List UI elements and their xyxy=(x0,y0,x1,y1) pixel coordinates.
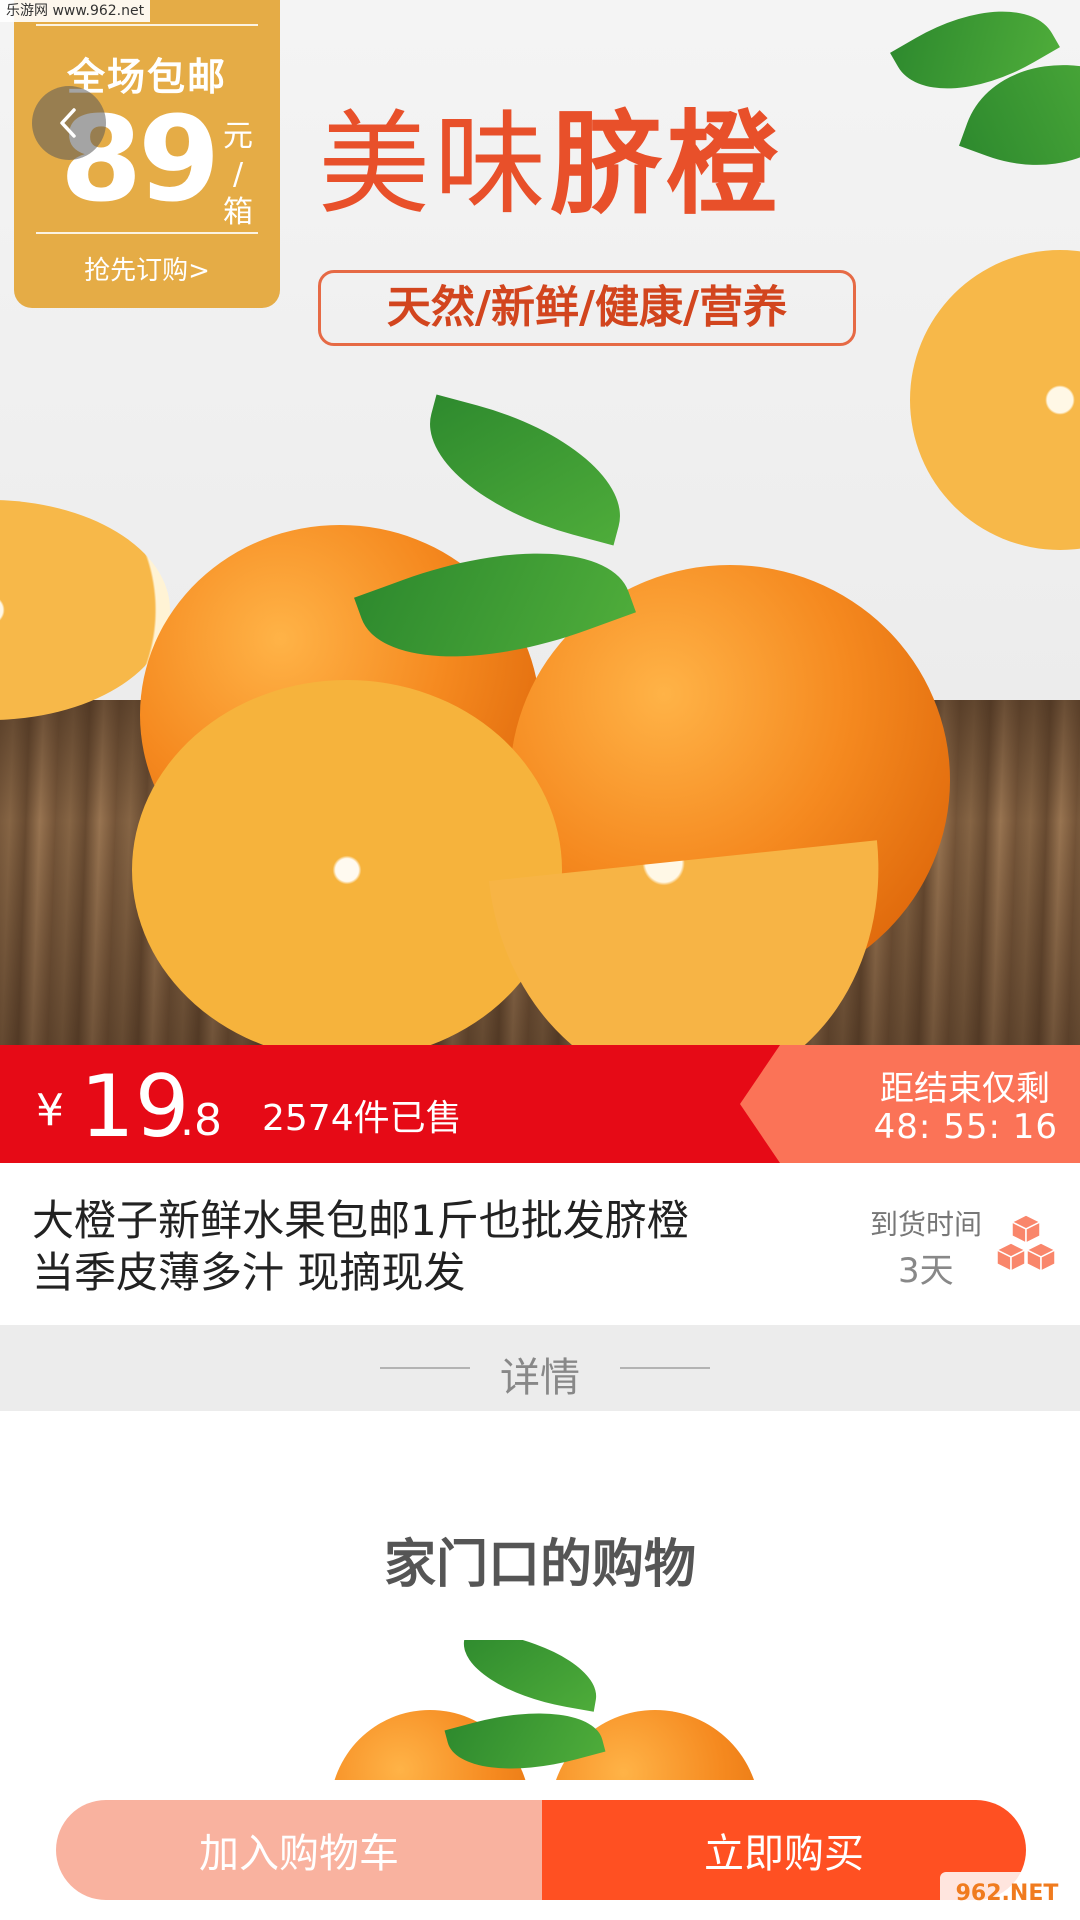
leaf-decoration xyxy=(455,1640,605,1712)
back-arrow-icon xyxy=(60,108,76,138)
package-icon xyxy=(996,1214,1056,1273)
delivery-time-label: 到货时间 xyxy=(870,1208,983,1241)
countdown-panel: 距结束仅剩 48: 55: 16 xyxy=(740,1045,1080,1163)
hero-title: 美味脐橙 xyxy=(318,100,782,230)
detail-divider: 详情 xyxy=(0,1325,1080,1411)
add-to-cart-button[interactable]: 加入购物车 xyxy=(56,1800,542,1900)
product-title: 大橙子新鲜水果包邮1斤也批发脐橙 当季皮薄多汁 现摘现发 xyxy=(32,1195,752,1299)
promo-unit-bottom: /箱 xyxy=(223,157,253,230)
hero-tagline: 天然/新鲜/健康/营养 xyxy=(318,270,856,346)
delivery-time-value: 3天 xyxy=(898,1251,954,1291)
detail-heading: 家门口的购物 xyxy=(383,1535,696,1595)
orange-slice-image xyxy=(910,250,1080,550)
watermark-bottom: 962.NET xyxy=(940,1872,1074,1916)
price-bar: ¥ 19 .8 2574件已售 距结束仅剩 48: 55: 16 xyxy=(0,1045,1080,1163)
divider-dash xyxy=(620,1367,710,1369)
promo-unit: 元 /箱 xyxy=(218,118,258,232)
price-integer: 19 xyxy=(80,1057,190,1157)
watermark-top: 乐游网 www.962.net xyxy=(0,0,151,22)
countdown-label: 距结束仅剩 xyxy=(880,1069,1050,1109)
orange-half-image xyxy=(132,680,562,1045)
leaf-decoration xyxy=(410,394,640,546)
hero-banner: 全场包邮 89 元 /箱 抢先订购> 美味脐橙 天然/新鲜/健康/营养 xyxy=(0,0,1080,1045)
promo-order-link[interactable]: 抢先订购> xyxy=(14,250,280,287)
divider-line xyxy=(36,24,258,26)
hero-title-part2: 脐橙 xyxy=(550,100,782,230)
product-title-line1: 大橙子新鲜水果包邮1斤也批发脐橙 xyxy=(32,1196,689,1245)
countdown-time: 48: 55: 16 xyxy=(873,1107,1058,1147)
hero-title-part1: 美味 xyxy=(318,100,550,230)
price-currency: ¥ xyxy=(36,1085,64,1136)
back-button[interactable] xyxy=(32,86,106,160)
product-info: 大橙子新鲜水果包邮1斤也批发脐橙 当季皮薄多汁 现摘现发 到货时间 3天 xyxy=(0,1163,1080,1325)
detail-orange-image xyxy=(320,1640,800,1780)
price-decimal: .8 xyxy=(180,1095,222,1146)
product-title-line2: 当季皮薄多汁 现摘现发 xyxy=(32,1248,466,1297)
detail-tab-label: 详情 xyxy=(500,1355,580,1401)
promo-unit-top: 元 xyxy=(223,119,253,154)
divider-line xyxy=(36,232,258,234)
sold-count: 2574件已售 xyxy=(262,1098,462,1139)
